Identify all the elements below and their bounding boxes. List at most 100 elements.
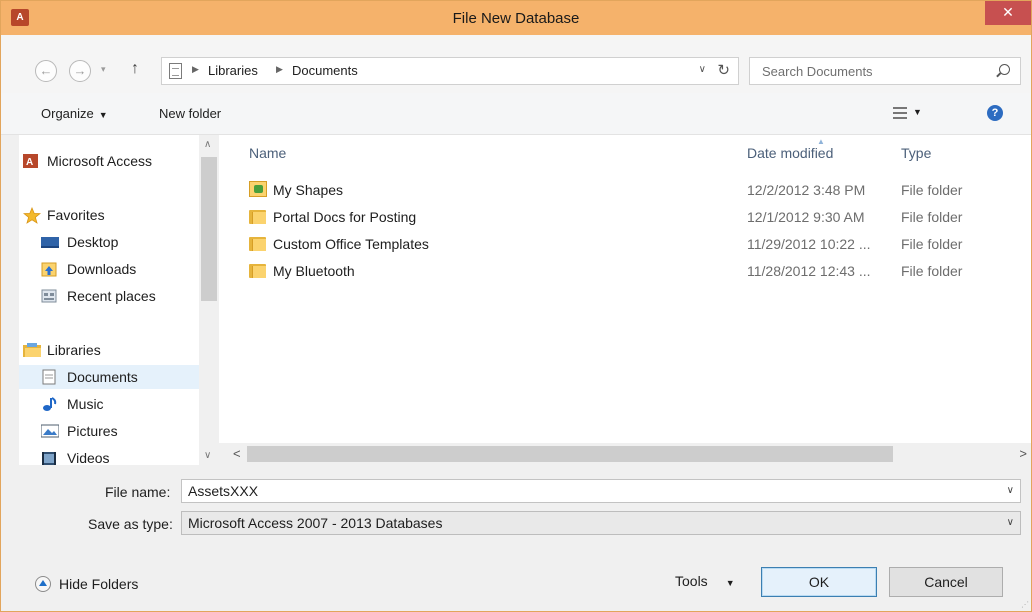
title-bar[interactable]: A File New Database ✕	[1, 1, 1031, 35]
refresh-icon[interactable]: ↻	[717, 61, 730, 79]
folder-icon	[249, 209, 266, 224]
dialog-title: File New Database	[452, 10, 580, 27]
save-as-type-label: Save as type:	[88, 516, 173, 532]
folder-icon	[249, 263, 266, 278]
breadcrumb-separator-icon: ▶	[192, 64, 199, 74]
nav-item-microsoft-access[interactable]: A Microsoft Access	[19, 149, 199, 173]
back-button[interactable]: ←	[35, 60, 57, 82]
close-button[interactable]: ✕	[985, 1, 1031, 25]
pictures-icon	[40, 423, 60, 439]
view-options-icon[interactable]	[893, 106, 907, 120]
cancel-button[interactable]: Cancel	[889, 567, 1003, 597]
videos-icon	[41, 450, 57, 465]
nav-label: Recent places	[67, 288, 156, 304]
file-row[interactable]: My Shapes 12/2/2012 3:48 PM File folder	[243, 179, 1013, 203]
file-row[interactable]: Custom Office Templates 11/29/2012 10:22…	[243, 233, 1013, 257]
documents-icon	[41, 369, 57, 385]
chevron-down-icon[interactable]: ∨	[1007, 517, 1014, 528]
file-row[interactable]: Portal Docs for Posting 12/1/2012 9:30 A…	[243, 206, 1013, 230]
tools-label: Tools	[675, 573, 708, 589]
nav-label: Documents	[67, 369, 138, 385]
nav-label: Favorites	[47, 207, 105, 223]
save-as-type-select[interactable]: Microsoft Access 2007 - 2013 Databases ∨	[181, 511, 1021, 535]
search-box[interactable]: Search Documents	[749, 57, 1021, 85]
command-bar: Organize ▼ New folder ▼ ?	[1, 93, 1031, 135]
file-name: Custom Office Templates	[273, 236, 429, 252]
file-date: 11/29/2012 10:22 ...	[747, 236, 871, 252]
chevron-up-icon[interactable]: ∧	[204, 139, 211, 150]
file-new-database-dialog: A File New Database ✕ ← → ▾ ↑ ▶ Librarie…	[0, 0, 1032, 612]
ok-button[interactable]: OK	[761, 567, 877, 597]
downloads-icon	[41, 261, 57, 277]
column-header-date-modified[interactable]: Date modified	[747, 145, 833, 161]
file-name-field[interactable]: AssetsXXX ∨	[181, 479, 1021, 503]
resize-grip-icon[interactable]: ⋰	[1021, 600, 1029, 609]
breadcrumb-documents[interactable]: Documents	[292, 63, 358, 78]
scrollbar-thumb[interactable]	[247, 446, 893, 462]
nav-item-recent-places[interactable]: Recent places	[19, 284, 199, 308]
file-row[interactable]: My Bluetooth 11/28/2012 12:43 ... File f…	[243, 260, 1013, 284]
file-name: Portal Docs for Posting	[273, 209, 417, 225]
file-name-value[interactable]: AssetsXXX	[188, 483, 258, 499]
hide-folders-label: Hide Folders	[59, 576, 139, 592]
nav-label: Downloads	[67, 261, 137, 277]
nav-item-desktop[interactable]: Desktop	[19, 230, 199, 254]
chevron-down-icon: ▼	[98, 110, 108, 120]
file-date: 12/1/2012 9:30 AM	[747, 209, 865, 225]
nav-label: Music	[67, 396, 104, 412]
nav-item-pictures[interactable]: Pictures	[19, 419, 199, 443]
organize-button[interactable]: Organize ▼	[41, 106, 108, 121]
chevron-left-icon[interactable]: <	[233, 446, 241, 461]
recent-locations-dropdown[interactable]: ▾	[101, 64, 106, 75]
breadcrumb-separator-icon: ▶	[276, 64, 283, 74]
nav-item-music[interactable]: Music	[19, 392, 199, 416]
search-input[interactable]: Search Documents	[762, 64, 873, 79]
chevron-down-icon[interactable]: ∨	[1007, 485, 1014, 496]
nav-label: Pictures	[67, 423, 118, 439]
column-header-name[interactable]: Name	[249, 145, 286, 161]
nav-item-libraries[interactable]: Libraries	[19, 338, 199, 362]
new-folder-button[interactable]: New folder	[159, 106, 221, 121]
nav-pane-scrollbar[interactable]: ∧ ∨	[199, 135, 219, 465]
save-as-type-value: Microsoft Access 2007 - 2013 Databases	[188, 515, 443, 531]
file-type: File folder	[901, 209, 963, 225]
nav-label: Microsoft Access	[47, 153, 153, 169]
file-name: My Shapes	[273, 182, 344, 198]
music-icon	[41, 396, 57, 412]
column-header-type[interactable]: Type	[901, 145, 931, 161]
shapes-folder-icon	[249, 181, 267, 197]
chevron-down-icon[interactable]: ▼	[913, 107, 922, 117]
nav-item-downloads[interactable]: Downloads	[19, 257, 199, 281]
nav-label: Desktop	[67, 234, 119, 250]
file-type: File folder	[901, 236, 963, 252]
file-list-horizontal-scrollbar[interactable]: < >	[219, 443, 1031, 465]
nav-item-favorites[interactable]: Favorites	[19, 203, 199, 227]
chevron-down-icon: ▼	[725, 578, 735, 588]
breadcrumb-libraries[interactable]: Libraries	[208, 63, 258, 78]
file-date: 11/28/2012 12:43 ...	[747, 263, 871, 279]
nav-item-documents[interactable]: Documents	[19, 365, 199, 389]
desktop-icon	[41, 234, 59, 250]
forward-button[interactable]: →	[69, 60, 91, 82]
up-arrow-icon[interactable]: ↑	[131, 60, 139, 78]
address-dropdown-icon[interactable]: ∨	[699, 64, 706, 75]
help-icon[interactable]: ?	[987, 105, 1003, 121]
address-bar[interactable]: ▶ Libraries ▶ Documents ∨ ↻	[161, 57, 739, 85]
nav-label: Videos	[67, 450, 110, 465]
search-icon[interactable]	[999, 64, 1010, 75]
scrollbar-thumb[interactable]	[201, 157, 217, 301]
tools-button[interactable]: Tools ▼	[675, 573, 735, 589]
file-type: File folder	[901, 263, 963, 279]
file-date: 12/2/2012 3:48 PM	[747, 182, 866, 198]
nav-label: Libraries	[47, 342, 101, 358]
chevron-down-icon[interactable]: ∨	[204, 450, 211, 461]
nav-item-videos[interactable]: Videos	[19, 446, 199, 465]
document-icon	[169, 63, 182, 79]
file-list: ▲ Name Date modified Type My Shapes 12/2…	[219, 135, 1031, 443]
file-name-label: File name:	[105, 484, 171, 500]
access-icon: A	[23, 153, 39, 169]
chevron-right-icon[interactable]: >	[1019, 446, 1027, 461]
navigation-pane: A Microsoft Access Favorites Desktop Dow…	[19, 135, 219, 465]
recent-places-icon	[41, 288, 57, 304]
organize-label: Organize	[41, 106, 94, 121]
